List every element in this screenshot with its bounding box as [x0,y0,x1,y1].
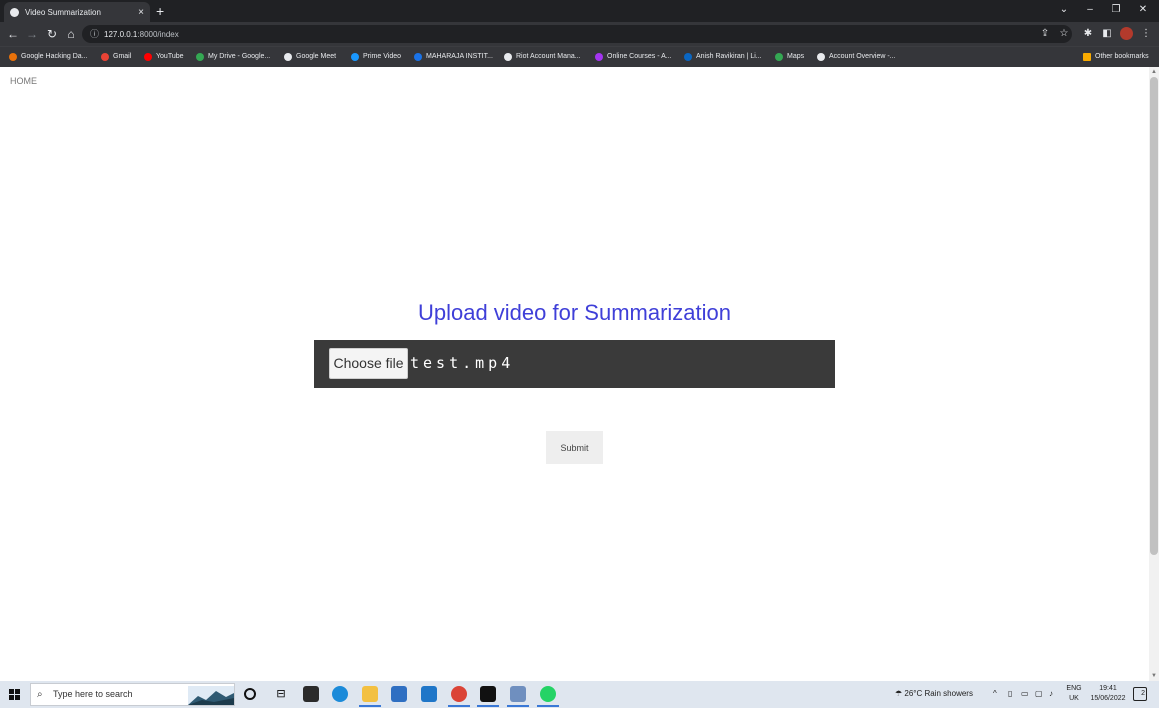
restore-button[interactable]: ❐ [1103,0,1129,22]
home-link[interactable]: HOME [10,76,37,86]
selected-file-name: test.mp4 [410,354,515,372]
search-icon: ⌕ [37,689,43,700]
bookmark-favicon [196,53,204,61]
page-title: Upload video for Summarization [417,300,732,325]
bookmark-item[interactable]: Riot Account Mana... [504,51,581,63]
folder-icon [1083,53,1091,61]
bookmarks-bar: Google Hacking Da... Gmail YouTube My Dr… [0,46,1159,67]
new-tab-button[interactable]: + [156,2,164,20]
bookmark-favicon [351,53,359,61]
taskbar-search-box[interactable]: ⌕ Type here to search [30,683,235,706]
submit-button[interactable]: Submit [546,431,603,464]
epic-games-icon[interactable] [303,686,319,702]
bookmark-item[interactable]: Gmail [101,51,131,63]
bookmark-item[interactable]: Google Meet [284,51,336,63]
url-host: 127.0.0.1 [104,30,138,39]
weather-text: 26°C Rain showers [904,689,973,698]
scroll-up-arrow-icon[interactable]: ▲ [1149,67,1159,77]
home-icon[interactable]: ⌂ [63,26,79,42]
language-indicator[interactable]: ENG UK [1064,684,1084,704]
clock-date: 15/06/2022 [1090,695,1126,702]
bookmark-favicon [284,53,292,61]
reload-icon[interactable]: ↻ [44,26,60,42]
cortana-icon[interactable] [244,688,256,700]
search-placeholder: Type here to search [53,689,133,699]
bookmark-item[interactable]: Anish Ravikiran | Li... [684,51,762,63]
bookmark-item[interactable]: Google Hacking Da... [9,51,88,63]
back-icon[interactable]: ← [5,26,21,42]
network-icon[interactable]: ▭ [1021,686,1029,702]
bookmark-item[interactable]: Online Courses - A... [595,51,672,63]
system-clock[interactable]: 19:41 15/06/2022 [1088,684,1128,704]
volume-icon[interactable]: ♪ [1049,686,1053,702]
chrome-icon[interactable] [448,686,470,707]
extensions-icon[interactable]: ✱ [1081,26,1095,42]
forward-icon[interactable]: → [24,26,40,42]
windows-start-icon[interactable] [9,689,20,700]
show-hidden-icons-icon[interactable]: ^ [993,686,997,702]
terminal-icon[interactable] [477,686,499,707]
bookmark-favicon [775,53,783,61]
battery-icon[interactable]: ▯ [1008,686,1012,702]
info-icon: ⓘ [90,29,100,39]
bookmark-item[interactable]: Account Overview -... [817,51,896,63]
close-tab-icon[interactable]: × [138,7,144,18]
bookmark-item[interactable]: YouTube [144,51,184,63]
clock-time: 19:41 [1099,685,1117,692]
mail-icon[interactable] [421,686,437,702]
tab-search-icon[interactable]: ⌄ [1051,0,1077,22]
side-panel-icon[interactable]: ◧ [1100,26,1114,42]
globe-icon [10,7,19,17]
tab-strip: Video Summarization × + ⌄ – ❐ ✕ [0,0,1159,22]
bookmark-favicon [414,53,422,61]
search-highlight-icon [188,686,234,705]
bookmark-item[interactable]: My Drive - Google... [196,51,270,63]
bookmark-favicon [595,53,603,61]
browser-tab[interactable]: Video Summarization × [4,2,150,22]
task-view-icon[interactable]: ⊟ [273,686,289,702]
scroll-down-arrow-icon[interactable]: ▼ [1149,671,1159,681]
file-explorer-icon[interactable] [359,686,381,707]
bookmark-star-icon[interactable]: ☆ [1057,26,1071,42]
url-path: :8000/index [137,30,179,39]
share-icon[interactable]: ⇪ [1038,26,1052,42]
windows-taskbar: ⌕ Type here to search ⊟ ☂ 26°C Rain show… [0,681,1159,708]
weather-widget[interactable]: ☂ 26°C Rain showers [895,686,973,702]
bookmark-favicon [684,53,692,61]
store-icon[interactable] [391,686,407,702]
tab-title: Video Summarization [25,7,101,17]
file-upload-box: Choose file test.mp4 [314,340,835,388]
bookmark-favicon [144,53,152,61]
weather-icon: ☂ [895,689,903,698]
bookmark-favicon [9,53,17,61]
minimize-button[interactable]: – [1077,0,1103,22]
display-icon[interactable]: ▢ [1035,686,1043,702]
bookmark-item[interactable]: Prime Video [351,51,401,63]
bookmark-favicon [817,53,825,61]
notification-center-icon[interactable]: 2 [1133,687,1147,701]
bookmark-favicon [504,53,512,61]
web-page: HOME Upload video for Summarization Choo… [0,67,1149,681]
profile-avatar[interactable] [1120,27,1133,40]
page-scrollbar[interactable]: ▲ ▼ [1149,67,1159,681]
other-bookmarks[interactable]: Other bookmarks [1083,51,1149,63]
browser-toolbar: ← → ↻ ⌂ ⓘ 127.0.0.1:8000/index ⇪ ☆ ✱ ◧ ⋮ [0,22,1159,46]
choose-file-button[interactable]: Choose file [329,348,408,379]
bookmark-item[interactable]: Maps [775,51,804,63]
bookmark-item[interactable]: MAHARAJA INSTIT... [414,51,493,63]
edge-icon[interactable] [332,686,348,702]
menu-icon[interactable]: ⋮ [1139,26,1153,42]
close-window-button[interactable]: ✕ [1130,0,1156,22]
whatsapp-icon[interactable] [537,686,559,707]
python-icon[interactable] [507,686,529,707]
address-bar[interactable]: ⓘ 127.0.0.1:8000/index [82,25,1072,43]
bookmark-favicon [101,53,109,61]
scroll-thumb[interactable] [1150,77,1158,555]
